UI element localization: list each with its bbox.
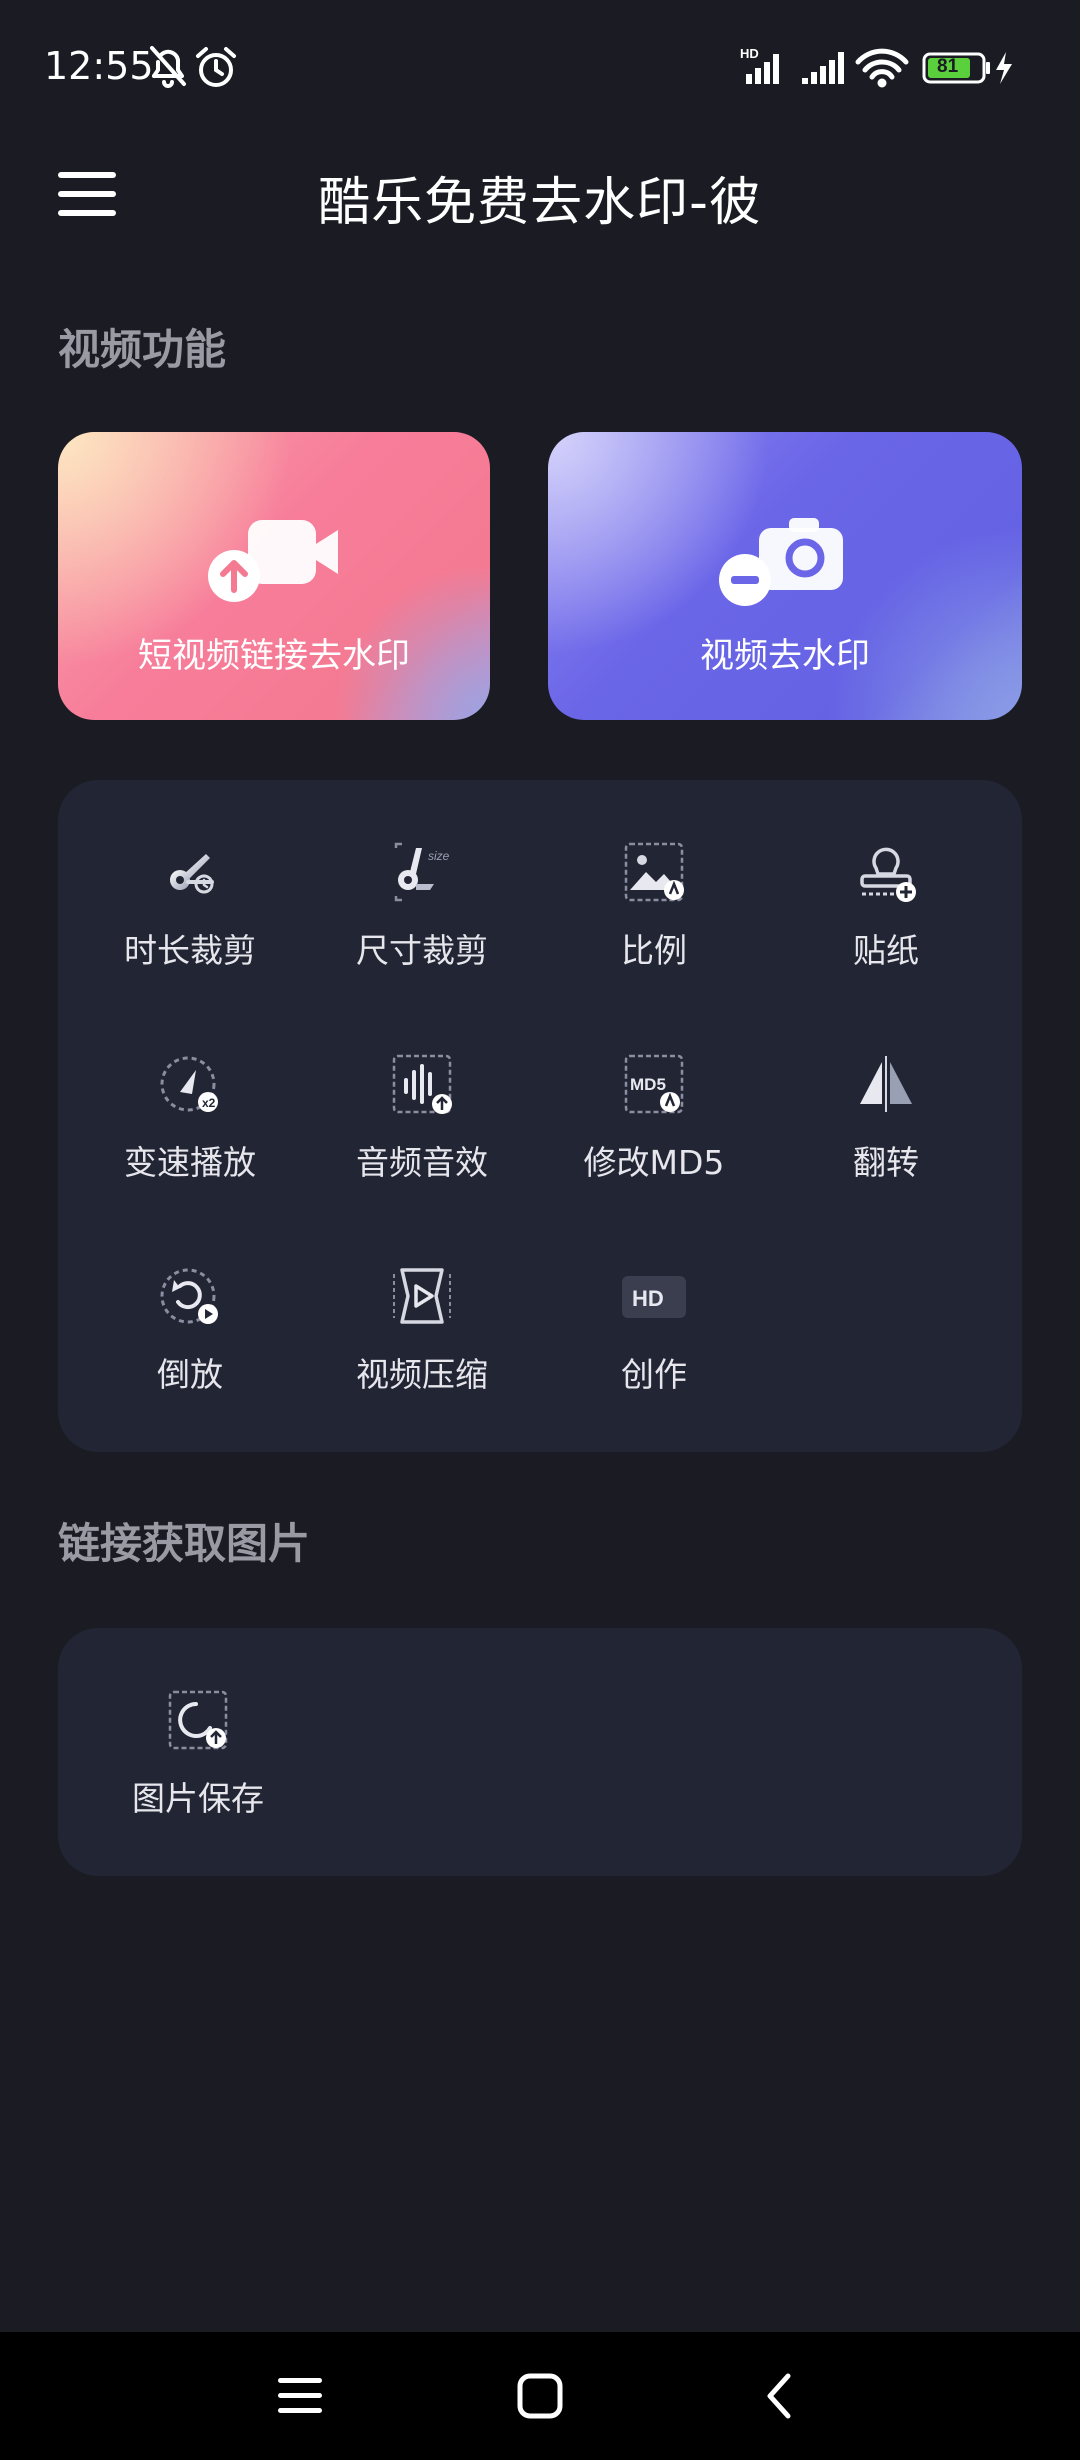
system-status-icons: HD: [740, 46, 1012, 88]
video-camera-upload-icon: [208, 520, 338, 602]
video-section-title: 视频功能: [58, 325, 227, 374]
tool-label: 音频音效: [356, 1143, 488, 1182]
reverse-play-icon: [160, 1268, 218, 1324]
tool-label: 修改MD5: [583, 1143, 725, 1182]
video-compress-icon: [393, 1268, 451, 1324]
audio-wave-icon: [392, 1054, 452, 1114]
image-section-title: 链接获取图片: [58, 1519, 311, 1568]
alarm-icon: [196, 47, 236, 87]
signal-icon: [802, 52, 844, 84]
svg-text:size: size: [428, 849, 450, 863]
status-right-icons: HD 81: [740, 46, 1040, 94]
tool-audio[interactable]: 音频音效: [306, 1052, 538, 1182]
image-ratio-icon: [624, 842, 684, 902]
recent-apps-icon[interactable]: [272, 2368, 328, 2424]
svg-text:x2: x2: [202, 1096, 216, 1110]
tool-label: 翻转: [853, 1143, 919, 1182]
tool-md5[interactable]: MD5 修改MD5: [538, 1052, 770, 1182]
camera-minus-icon: [719, 518, 843, 606]
tool-label: 变速播放: [124, 1143, 256, 1182]
video-watermark-card[interactable]: 视频去水印: [548, 432, 1022, 720]
tool-ratio[interactable]: 比例: [538, 840, 770, 970]
svg-text:MD5: MD5: [630, 1075, 666, 1094]
tool-image-save[interactable]: 图片保存: [82, 1688, 314, 1818]
svg-text:HD: HD: [740, 46, 759, 61]
tool-label: 图片保存: [132, 1779, 264, 1818]
tool-sticker[interactable]: 贴纸: [770, 840, 1002, 970]
flip-icon: [860, 1056, 912, 1112]
short-video-link-label: 短视频链接去水印: [138, 636, 410, 676]
tool-compress[interactable]: 视频压缩: [306, 1264, 538, 1394]
image-save-icon: [168, 1690, 228, 1750]
tool-label: 时长裁剪: [124, 931, 256, 970]
wifi-icon: [855, 48, 909, 88]
tool-label: 倒放: [157, 1355, 223, 1394]
tool-flip[interactable]: 翻转: [770, 1052, 1002, 1182]
home-icon[interactable]: [512, 2368, 568, 2424]
scissors-size-icon: size: [394, 842, 450, 902]
scissors-clock-icon: [170, 854, 214, 894]
hd-badge-icon: HD: [622, 1276, 686, 1318]
tool-label: 比例: [621, 931, 687, 970]
video-watermark-label: 视频去水印: [700, 636, 870, 676]
sticker-stamp-icon: [860, 847, 916, 902]
tool-label: 尺寸裁剪: [356, 931, 488, 970]
battery-level: 81: [937, 56, 959, 77]
speed-gauge-icon: x2: [160, 1056, 218, 1112]
tool-label: 视频压缩: [356, 1355, 488, 1394]
tool-create[interactable]: HD 创作: [538, 1264, 770, 1394]
tool-label: 创作: [621, 1355, 687, 1394]
hd-signal-icon: HD: [740, 46, 779, 84]
tool-duration-trim[interactable]: 时长裁剪: [74, 840, 306, 970]
status-bar: 12:55 HD 81: [0, 0, 1080, 130]
video-tools-panel: 时长裁剪 size 尺寸裁剪 比例 贴纸 x2 变速播放 音频音效 MD5 修改…: [58, 780, 1022, 1452]
tool-speed[interactable]: x2 变速播放: [74, 1052, 306, 1182]
tool-size-trim[interactable]: size 尺寸裁剪: [306, 840, 538, 970]
tool-reverse[interactable]: 倒放: [74, 1264, 306, 1394]
app-title: 酷乐免费去水印-彼: [318, 173, 762, 233]
status-time: 12:55: [44, 44, 154, 88]
back-icon[interactable]: [752, 2368, 808, 2424]
system-nav-bar: [0, 2332, 1080, 2460]
app-bar: 酷乐免费去水印-彼: [0, 130, 1080, 260]
image-tools-panel: 图片保存: [58, 1628, 1022, 1876]
svg-text:HD: HD: [632, 1286, 664, 1311]
md5-icon: MD5: [624, 1054, 684, 1114]
tool-label: 贴纸: [853, 931, 919, 970]
short-video-link-card[interactable]: 短视频链接去水印: [58, 432, 490, 720]
charging-icon: [996, 52, 1012, 84]
